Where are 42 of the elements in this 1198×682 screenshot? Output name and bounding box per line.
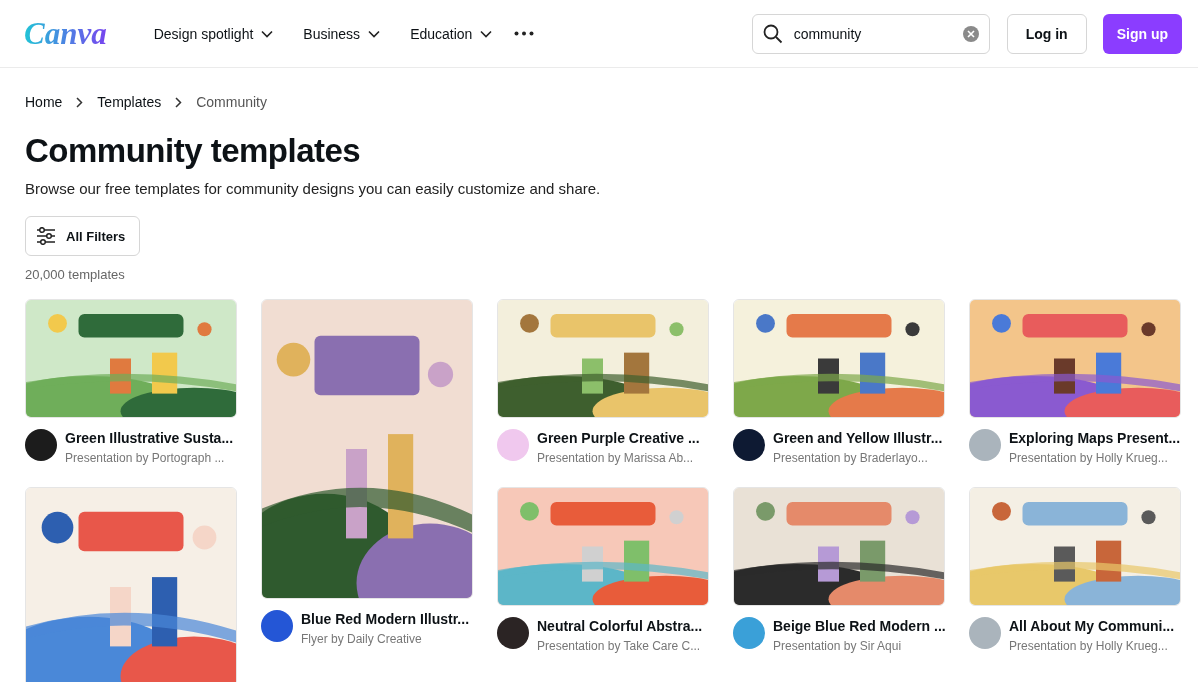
template-author: Presentation by Sir Aqui bbox=[773, 638, 903, 654]
breadcrumb-link[interactable]: Community bbox=[196, 94, 267, 110]
template-title[interactable]: Exploring Maps Present... bbox=[1009, 429, 1181, 447]
template-title[interactable]: Blue Red Modern Illustr... bbox=[301, 610, 470, 628]
filters-button[interactable]: All Filters bbox=[25, 216, 141, 256]
page-title: Community templates bbox=[25, 132, 362, 170]
template-author: Presentation by Marissa Ab... bbox=[537, 450, 695, 466]
result-count: 20,000 templates bbox=[25, 267, 126, 282]
login-button[interactable]: Log in bbox=[1006, 13, 1087, 54]
breadcrumb-link[interactable]: Templates bbox=[97, 94, 162, 110]
template-title[interactable]: Green and Yellow Illustr... bbox=[773, 429, 943, 447]
chevron-down-icon bbox=[368, 29, 381, 38]
page-description: Browse our free templates for community designs you can easily customize and share. bbox=[25, 180, 602, 197]
chevron-right-icon bbox=[175, 96, 183, 108]
search-icon bbox=[762, 23, 783, 44]
chevron-down-icon bbox=[480, 29, 493, 38]
sliders-icon bbox=[36, 227, 56, 245]
avatar[interactable] bbox=[497, 617, 529, 649]
search-field[interactable]: community bbox=[751, 13, 990, 54]
template-author: Presentation by Holly Krueg... bbox=[1009, 450, 1169, 466]
signup-button[interactable]: Sign up bbox=[1102, 13, 1182, 54]
template-author: Presentation by Take Care C... bbox=[537, 638, 702, 654]
template-title[interactable]: Green Purple Creative ... bbox=[537, 429, 700, 447]
template-author: Presentation by Braderlayo... bbox=[773, 450, 929, 466]
chevron-down-icon bbox=[261, 29, 274, 38]
more-icon[interactable] bbox=[514, 31, 535, 36]
nav-menu-item[interactable]: Design spotlight bbox=[143, 17, 284, 50]
chevron-right-icon bbox=[76, 96, 84, 108]
avatar[interactable] bbox=[261, 610, 293, 642]
template-author: Presentation by Portograph ... bbox=[65, 450, 226, 466]
template-title[interactable]: Green Illustrative Susta... bbox=[65, 429, 234, 447]
avatar[interactable] bbox=[25, 429, 57, 461]
template-title[interactable]: Neutral Colorful Abstra... bbox=[537, 617, 703, 635]
template-title[interactable]: All About My Communi... bbox=[1009, 617, 1175, 635]
clear-icon[interactable] bbox=[962, 25, 979, 42]
avatar[interactable] bbox=[733, 429, 765, 461]
template-title[interactable]: Beige Blue Red Modern ... bbox=[773, 617, 945, 635]
template-author: Presentation by Holly Krueg... bbox=[1009, 638, 1169, 654]
breadcrumb-link[interactable]: Home bbox=[25, 94, 63, 110]
template-author: Flyer by Daily Creative bbox=[301, 631, 423, 647]
nav-menu-item[interactable]: Business bbox=[293, 17, 391, 50]
nav-menu-item[interactable]: Education bbox=[400, 17, 503, 50]
